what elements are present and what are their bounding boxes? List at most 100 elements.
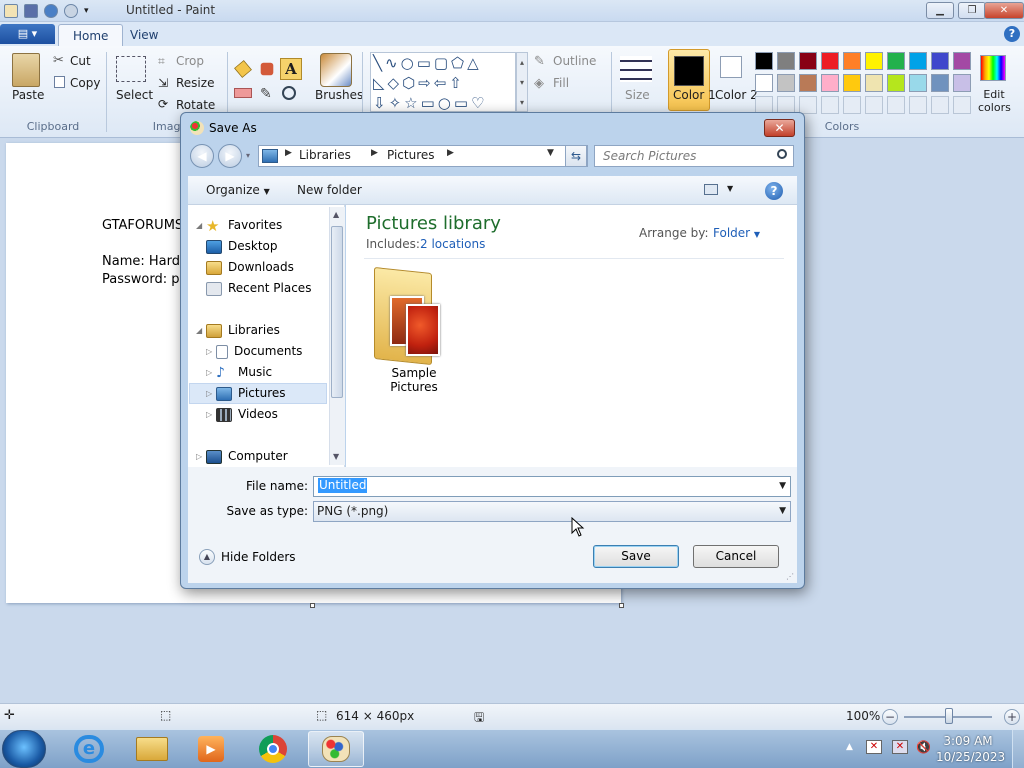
breadcrumb-separator-icon[interactable]: ▶ bbox=[371, 148, 378, 158]
palette-swatch-2-9[interactable] bbox=[931, 74, 949, 92]
palette-swatch-1-3[interactable] bbox=[799, 52, 817, 70]
nav-computer[interactable]: ▷ Computer bbox=[196, 446, 288, 466]
help-icon[interactable]: ? bbox=[1004, 26, 1020, 42]
library-locations-link[interactable]: 2 locations bbox=[420, 237, 485, 251]
palette-swatch-2-8[interactable] bbox=[909, 74, 927, 92]
zoom-slider-thumb[interactable] bbox=[945, 708, 953, 724]
magnifier-icon[interactable] bbox=[282, 86, 296, 100]
network-icon[interactable]: ✕ bbox=[892, 740, 908, 754]
resize-grip-icon[interactable]: ⋰ bbox=[786, 572, 794, 581]
scissors-icon[interactable]: ✂ bbox=[53, 53, 64, 68]
paste-button[interactable]: Paste bbox=[12, 88, 44, 102]
resize-handle-corner[interactable] bbox=[619, 603, 624, 608]
action-center-icon[interactable]: ✕ bbox=[866, 740, 882, 754]
resize-button[interactable]: Resize bbox=[176, 76, 214, 90]
nav-pane-scroll-thumb[interactable] bbox=[331, 226, 343, 398]
nav-recent-places[interactable]: Recent Places bbox=[206, 278, 311, 298]
collapsed-arrow-icon[interactable]: ▷ bbox=[196, 447, 206, 467]
palette-swatch-2-10[interactable] bbox=[953, 74, 971, 92]
start-button[interactable] bbox=[2, 730, 46, 768]
collapsed-arrow-icon[interactable]: ▷ bbox=[206, 384, 216, 404]
tab-home[interactable]: Home bbox=[58, 24, 124, 46]
outline-icon[interactable]: ✎ bbox=[534, 54, 545, 69]
fill-bucket-icon[interactable] bbox=[260, 62, 274, 76]
breadcrumb-pictures[interactable]: Pictures bbox=[387, 148, 435, 162]
taskbar-media-player[interactable]: ▶ bbox=[184, 731, 240, 767]
nav-desktop[interactable]: Desktop bbox=[206, 236, 278, 256]
shapes-gallery[interactable]: ╲∿○▭▢⬠△ ◺◇⬡⇨⇦⇧ ⇩✧☆▭○▭♡ bbox=[370, 52, 516, 112]
zoom-in-icon[interactable]: + bbox=[1004, 709, 1020, 725]
copy-button[interactable]: Copy bbox=[70, 76, 100, 90]
scroll-up-icon[interactable]: ▲ bbox=[333, 210, 339, 219]
dialog-help-icon[interactable]: ? bbox=[765, 182, 783, 200]
paste-icon[interactable] bbox=[12, 53, 40, 87]
taskbar-clock[interactable]: 3:09 AM 10/25/2023 bbox=[936, 733, 1005, 765]
save-as-type-select[interactable]: PNG (*.png) ▼ bbox=[313, 501, 791, 522]
nav-favorites[interactable]: ◢ ★ Favorites bbox=[196, 215, 282, 235]
undo-icon[interactable] bbox=[44, 4, 58, 18]
color2-swatch[interactable] bbox=[720, 56, 742, 78]
nav-documents[interactable]: ▷ Documents bbox=[206, 341, 302, 361]
folder-item-label[interactable]: Sample Pictures bbox=[366, 366, 462, 394]
file-name-value[interactable]: Untitled bbox=[318, 478, 368, 493]
show-hidden-icons[interactable]: ▲ bbox=[846, 742, 853, 752]
fill-button[interactable]: Fill bbox=[553, 76, 569, 90]
rotate-button[interactable]: Rotate bbox=[176, 98, 215, 112]
copy-icon[interactable] bbox=[54, 76, 65, 88]
palette-swatch-1-10[interactable] bbox=[953, 52, 971, 70]
file-name-dropdown-icon[interactable]: ▼ bbox=[779, 477, 786, 496]
expanded-arrow-icon[interactable]: ◢ bbox=[196, 216, 206, 236]
dialog-close-button[interactable]: ✕ bbox=[764, 119, 795, 137]
nav-pictures[interactable]: ▷ Pictures bbox=[206, 383, 286, 403]
tab-view[interactable]: View bbox=[116, 24, 172, 46]
nav-downloads[interactable]: Downloads bbox=[206, 257, 294, 277]
organize-button[interactable]: Organize ▼ bbox=[206, 183, 270, 197]
palette-swatch-1-6[interactable] bbox=[865, 52, 883, 70]
recent-locations-icon[interactable]: ▾ bbox=[246, 151, 250, 160]
file-name-input[interactable]: ▼ bbox=[313, 476, 791, 497]
crop-icon[interactable]: ⌗ bbox=[158, 54, 165, 69]
palette-swatch-1-2[interactable] bbox=[777, 52, 795, 70]
select-icon[interactable] bbox=[116, 56, 146, 82]
palette-swatch-1-7[interactable] bbox=[887, 52, 905, 70]
taskbar-paint[interactable] bbox=[308, 731, 364, 767]
refresh-icon[interactable]: ⇆ bbox=[565, 145, 587, 167]
paint-menu-button[interactable]: ▤ ▾ bbox=[0, 24, 55, 44]
breadcrumb-separator-icon[interactable]: ▶ bbox=[447, 148, 454, 158]
arrange-by-dropdown[interactable]: Folder ▼ bbox=[713, 226, 760, 240]
customize-qat-icon[interactable]: ▾ bbox=[84, 6, 89, 16]
hide-folders-button[interactable]: ▲ Hide Folders bbox=[199, 549, 296, 565]
maximize-button[interactable]: ❐ bbox=[958, 2, 986, 19]
text-tool-icon[interactable]: A bbox=[280, 58, 302, 80]
outline-button[interactable]: Outline bbox=[553, 54, 596, 68]
taskbar-chrome[interactable] bbox=[246, 731, 302, 767]
fill-icon[interactable]: ◈ bbox=[534, 76, 544, 91]
collapsed-arrow-icon[interactable]: ▷ bbox=[206, 342, 216, 362]
nav-videos[interactable]: ▷ Videos bbox=[206, 404, 278, 424]
edit-colors-icon[interactable] bbox=[980, 55, 1006, 81]
palette-swatch-1-4[interactable] bbox=[821, 52, 839, 70]
brushes-button[interactable]: Brushes bbox=[315, 88, 363, 102]
select-button[interactable]: Select bbox=[116, 88, 153, 102]
resize-handle-bottom[interactable] bbox=[310, 603, 315, 608]
palette-swatch-1-5[interactable] bbox=[843, 52, 861, 70]
shapes-scroll[interactable]: ▴ ▾ ▾ bbox=[516, 52, 528, 112]
palette-swatch-2-2[interactable] bbox=[777, 74, 795, 92]
color2-label[interactable]: Color 2 bbox=[715, 88, 758, 102]
size-icon[interactable] bbox=[620, 56, 652, 82]
new-folder-button[interactable]: New folder bbox=[297, 183, 362, 197]
palette-swatch-2-5[interactable] bbox=[843, 74, 861, 92]
size-button[interactable]: Size bbox=[625, 88, 650, 102]
edit-colors-button[interactable]: Edit colors bbox=[978, 88, 1011, 114]
view-options-icon[interactable] bbox=[704, 184, 718, 195]
volume-muted-icon[interactable]: 🔇 bbox=[916, 740, 931, 754]
palette-swatch-2-6[interactable] bbox=[865, 74, 883, 92]
eraser-icon[interactable] bbox=[234, 88, 252, 98]
crop-button[interactable]: Crop bbox=[176, 54, 204, 68]
expanded-arrow-icon[interactable]: ◢ bbox=[196, 321, 206, 341]
palette-swatch-1-8[interactable] bbox=[909, 52, 927, 70]
forward-button[interactable]: ▶ bbox=[218, 144, 242, 168]
resize-icon[interactable]: ⇲ bbox=[158, 76, 168, 90]
search-input[interactable]: Search Pictures bbox=[594, 145, 794, 167]
address-bar[interactable]: ▶ Libraries ▶ Pictures ▶ ▼ bbox=[258, 145, 588, 167]
